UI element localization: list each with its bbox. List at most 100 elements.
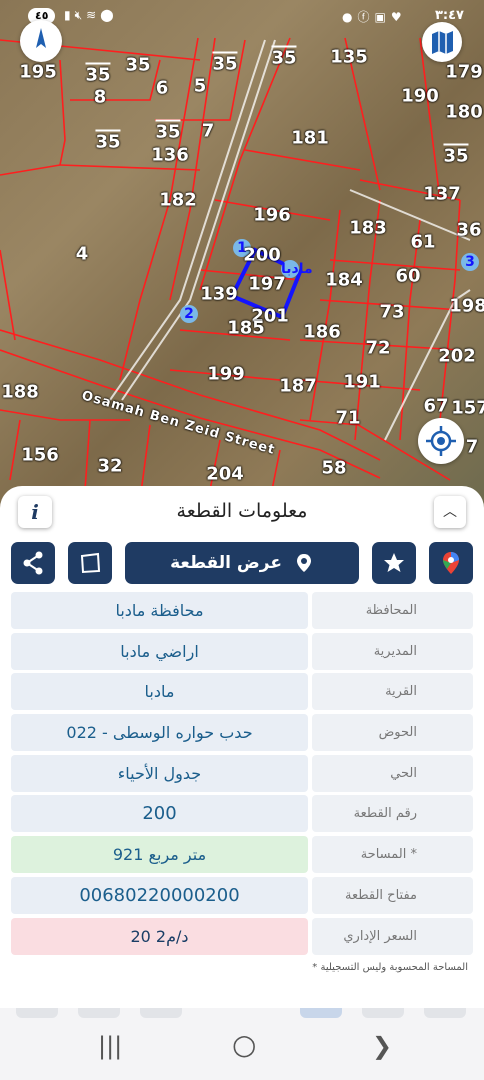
parcel-number-label: 204 bbox=[206, 463, 244, 485]
parcel-number-label: 4 bbox=[75, 243, 89, 265]
parcel-number-label: 186 bbox=[303, 321, 341, 343]
info-row-label: المساحة * bbox=[312, 836, 473, 874]
parcel-number-label: 60 bbox=[395, 265, 421, 287]
info-row: محافظة مادبا المحافظة bbox=[11, 592, 473, 629]
info-row: 921 متر مربع المساحة * bbox=[11, 836, 473, 874]
facebook-icon: ⓕ bbox=[357, 10, 375, 24]
info-row-value: 921 متر مربع bbox=[11, 836, 308, 874]
parcel-number-label: 35 bbox=[85, 62, 111, 86]
parcel-number-label: 195 bbox=[19, 61, 57, 83]
parcel-number-label: 36 bbox=[456, 219, 482, 241]
parcel-number-label: 190 bbox=[401, 85, 439, 107]
parcel-number-label: 58 bbox=[321, 457, 347, 479]
parcel-number-label: 67 bbox=[423, 395, 449, 417]
compass-icon bbox=[36, 28, 46, 48]
parcel-number-label: 156 bbox=[21, 444, 59, 466]
parcel-number-label: 5 bbox=[193, 75, 207, 97]
dot-icon: ● bbox=[342, 10, 358, 24]
parcel-number-label: 197 bbox=[248, 273, 286, 295]
parcel-number-label: 185 bbox=[227, 317, 265, 339]
parcel-number-label: 199 bbox=[207, 363, 245, 385]
parcel-number-label: 137 bbox=[423, 183, 461, 205]
home-button[interactable]: ○ bbox=[232, 1028, 256, 1061]
info-row-label: الحوض bbox=[312, 714, 473, 752]
info-row-value: 20 د/م2 bbox=[11, 917, 308, 955]
parcel-number-label: 7 bbox=[201, 120, 215, 142]
parcel-number-label: 187 bbox=[279, 375, 317, 397]
parcel-number-label: 157 bbox=[451, 397, 484, 419]
selected-plot-number: 200 bbox=[243, 244, 281, 266]
info-row-value: محافظة مادبا bbox=[11, 592, 308, 629]
parcel-number-label: 191 bbox=[343, 371, 381, 393]
sheet-title: معلومات القطعة bbox=[176, 500, 308, 522]
star-icon bbox=[384, 553, 404, 572]
back-button[interactable]: ❯ bbox=[372, 1032, 392, 1060]
system-nav-bar: ||| ○ ❯ bbox=[0, 1008, 484, 1080]
collapse-button[interactable]: ︿ bbox=[434, 496, 466, 528]
map-icon bbox=[432, 31, 453, 54]
parcel-number-label: 8 bbox=[93, 86, 107, 108]
map-layers-button[interactable] bbox=[422, 22, 462, 62]
info-row-label: المديرية bbox=[312, 632, 473, 670]
plot-vertex-marker[interactable]: 2 bbox=[180, 305, 198, 323]
parcel-number-label: 72 bbox=[365, 337, 391, 359]
area-footnote: * المساحة المحسوبة وليس التسجيلية bbox=[312, 962, 468, 973]
share-icon bbox=[23, 551, 43, 575]
parcel-number-label: 180 bbox=[445, 101, 483, 123]
info-row: اراضي مادبا المديرية bbox=[11, 632, 473, 670]
info-row-label: مفتاح القطعة bbox=[312, 876, 473, 914]
parcel-number-label: 188 bbox=[1, 381, 39, 403]
location-icon: ⬤ bbox=[100, 8, 118, 22]
info-row: 20 د/م2 السعر الإداري bbox=[11, 917, 473, 955]
parcel-number-label: 136 bbox=[151, 144, 189, 166]
map-view[interactable]: 195 35 35 8 6 5 35 35 135 179 190 180 35 35 7 136 181 35 1… bbox=[0, 0, 484, 510]
polygon-icon bbox=[80, 552, 101, 574]
favorite-button[interactable] bbox=[372, 542, 416, 584]
info-row-label: رقم القطعة bbox=[312, 795, 473, 833]
info-row-value: 200 bbox=[11, 795, 308, 833]
gps-target-icon bbox=[426, 426, 456, 456]
compass-button[interactable] bbox=[20, 20, 62, 62]
parcel-number-label: 181 bbox=[291, 127, 329, 149]
parcel-number-label: 198 bbox=[449, 295, 484, 317]
parcel-number-label: 35 bbox=[95, 129, 121, 153]
share-button[interactable] bbox=[11, 542, 55, 584]
info-row: مادبا القرية bbox=[11, 673, 473, 711]
parcel-number-label: 184 bbox=[325, 269, 363, 291]
info-row: حدب حواره الوسطى - 022 الحوض bbox=[11, 714, 473, 752]
info-row-value: مادبا bbox=[11, 673, 308, 711]
signal-icon: ▮ bbox=[64, 8, 75, 22]
location-pin-icon bbox=[296, 554, 311, 572]
chevron-up-icon: ︿ bbox=[443, 504, 457, 520]
recents-button[interactable]: ||| bbox=[98, 1032, 122, 1060]
view-plot-label: عرض القطعة bbox=[170, 553, 282, 573]
parcel-number-label: 196 bbox=[253, 204, 291, 226]
parcel-number-label: 73 bbox=[379, 301, 405, 323]
parcel-number-label: 35 bbox=[271, 45, 297, 69]
status-bar: ٤٥ ▮🔇︎≋⬤ ●ⓕ▣♥ ٣:٤٧ bbox=[0, 0, 484, 34]
info-row-label: السعر الإداري bbox=[312, 917, 473, 955]
info-row-value: حدب حواره الوسطى - 022 bbox=[11, 714, 308, 752]
my-location-button[interactable] bbox=[418, 418, 464, 464]
info-row-value: جدول الأحياء bbox=[11, 754, 308, 792]
parcel-number-label: 7 bbox=[465, 436, 479, 458]
view-plot-button[interactable]: DALEEL AQAR عرض القطعة bbox=[125, 542, 359, 668]
parcel-number-label: 35 bbox=[155, 119, 181, 143]
parcel-number-label: 71 bbox=[335, 407, 361, 429]
info-row-value: 00680220000200 bbox=[11, 876, 308, 914]
plot-info-sheet: i معلومات القطعة ︿ DALEEL AQAR عرض القطع… bbox=[0, 486, 484, 1006]
heart-icon: ♥ bbox=[390, 10, 407, 24]
parcel-number-label: 6 bbox=[155, 77, 169, 99]
parcel-number-label: 183 bbox=[349, 217, 387, 239]
parcel-number-label: 35 bbox=[125, 54, 151, 76]
plot-vertex-marker[interactable]: 3 bbox=[461, 253, 479, 271]
plot-details-table: محافظة مادبا المحافظة اراضي مادبا المديرية م… bbox=[11, 592, 473, 958]
wifi-icon: ≋ bbox=[86, 8, 101, 22]
plot-outline-button[interactable] bbox=[68, 542, 112, 584]
gallery-icon: ▣ bbox=[374, 10, 391, 24]
google-maps-button[interactable] bbox=[429, 542, 473, 584]
parcel-number-label: 139 bbox=[200, 283, 238, 305]
parcel-number-label: 202 bbox=[438, 345, 476, 367]
parcel-number-label: 182 bbox=[159, 189, 197, 211]
info-row: 200 رقم القطعة bbox=[11, 795, 473, 833]
